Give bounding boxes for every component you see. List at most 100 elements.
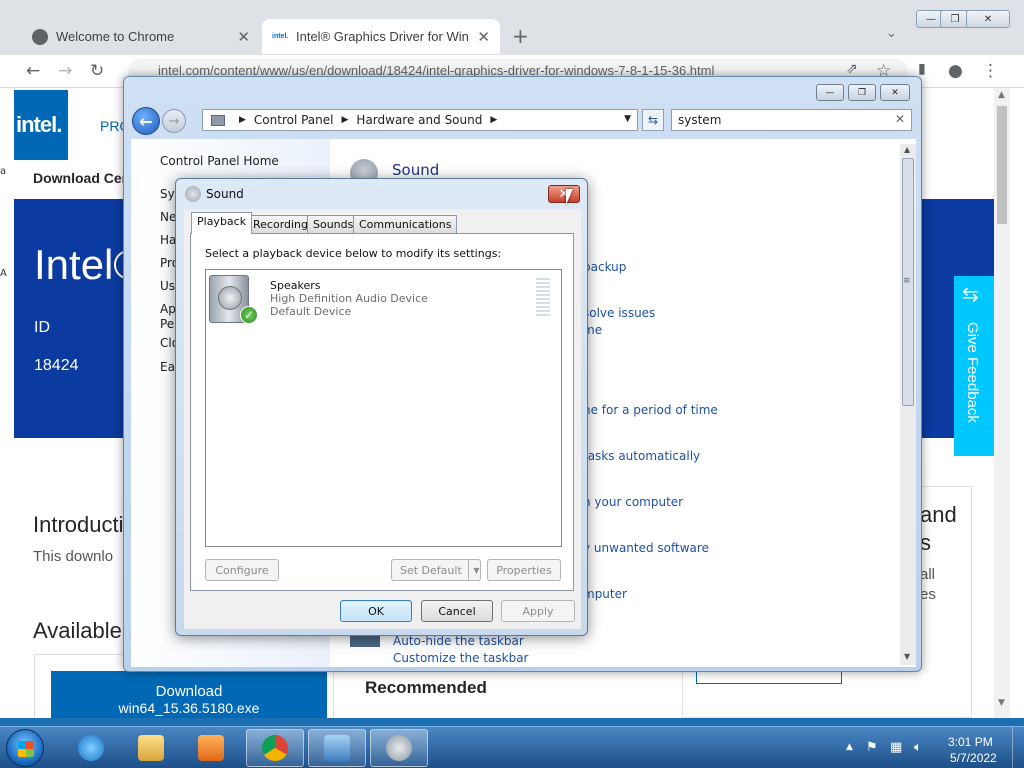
intel-favicon-icon: intel. (272, 32, 289, 40)
tray-expand-icon[interactable]: ▲ (846, 742, 853, 752)
forward-icon[interactable]: → (58, 61, 72, 81)
windows-logo-icon (18, 741, 34, 757)
mouse-cursor-icon (566, 189, 573, 205)
share-icon[interactable]: ⇗ (846, 61, 858, 77)
playback-device-list[interactable]: ✓ Speakers High Definition Audio Device … (205, 269, 562, 547)
tab-close-icon[interactable]: ✕ (237, 28, 250, 46)
download-center-link[interactable]: Download Cer (33, 170, 127, 186)
cp-task-link[interactable]: y unwanted software (583, 541, 709, 555)
page-edge-text: A (0, 268, 7, 279)
start-button[interactable] (6, 729, 44, 767)
cp-forward-button[interactable]: → (162, 109, 186, 133)
chevron-down-icon[interactable]: ▼ (468, 560, 484, 580)
cp-task-link[interactable]: n your computer (583, 495, 683, 509)
cancel-button[interactable]: Cancel (421, 600, 493, 622)
default-check-icon: ✓ (240, 306, 258, 324)
scroll-thumb[interactable] (997, 106, 1007, 224)
cp-maximize-button[interactable]: ❐ (848, 84, 876, 101)
set-default-button[interactable]: Set Default ▼ (391, 559, 481, 581)
breadcrumb-hardware-and-sound[interactable]: Hardware and Sound (356, 113, 482, 127)
scroll-down-icon[interactable]: ▼ (998, 698, 1005, 708)
tab-welcome-to-chrome[interactable]: Welcome to Chrome ✕ (22, 19, 260, 54)
taskbar-control-panel[interactable] (308, 729, 366, 767)
download-button[interactable]: Download win64_15.36.5180.exe (51, 671, 327, 718)
auto-hide-taskbar-link[interactable]: Auto-hide the taskbar (393, 634, 524, 648)
scroll-up-icon[interactable]: ▲ (998, 90, 1005, 100)
intel-logo[interactable]: intel. (14, 90, 68, 160)
tab-recording[interactable]: Recording (247, 215, 315, 233)
new-tab-button[interactable]: + (512, 24, 529, 48)
apply-button[interactable]: Apply (501, 600, 575, 622)
cp-scrollbar[interactable]: ▲ ≡ ▼ (900, 144, 916, 665)
scroll-up-icon[interactable]: ▲ (904, 145, 910, 154)
dialog-close-button[interactable]: ✕ (548, 185, 580, 203)
action-center-icon[interactable]: ⚑ (866, 740, 878, 755)
cp-address-bar[interactable]: ▶ Control Panel ▶ Hardware and Sound ▶ ▼ (202, 109, 638, 131)
tab-communications[interactable]: Communications (353, 215, 458, 233)
cp-close-button[interactable]: ✕ (880, 84, 910, 101)
cp-task-link[interactable]: ne for a period of time (583, 403, 718, 417)
control-panel-icon (324, 735, 350, 761)
set-default-label: Set Default (400, 563, 462, 577)
introduction-text: This downlo (33, 548, 114, 565)
tab-intel-graphics-driver[interactable]: intel. Intel® Graphics Driver for Windo … (262, 19, 500, 54)
tab-close-icon[interactable]: ✕ (477, 28, 490, 46)
volume-icon[interactable]: 🔈︎ (914, 740, 922, 755)
scroll-down-icon[interactable]: ▼ (904, 652, 910, 661)
feedback-arrows-icon: ⇆ (962, 284, 979, 306)
customize-taskbar-link[interactable]: Customize the taskbar (393, 651, 528, 665)
tab-playback[interactable]: Playback (191, 212, 253, 234)
close-window-button[interactable]: ✕ (966, 10, 1010, 28)
clock-time[interactable]: 3:01 PM (948, 735, 993, 749)
clock-date[interactable]: 5/7/2022 (950, 751, 997, 765)
sound-category-title[interactable]: Sound (392, 161, 439, 179)
taskbar-google-chrome[interactable] (246, 729, 304, 767)
control-panel-home-link[interactable]: Control Panel Home (160, 154, 279, 168)
ok-button[interactable]: OK (340, 600, 412, 622)
properties-button[interactable]: Properties (487, 559, 561, 581)
cp-back-button[interactable]: ← (132, 107, 160, 135)
cp-task-link[interactable]: tasks automatically (583, 449, 700, 463)
breadcrumb-chevron-icon: ▶ (239, 115, 246, 125)
back-icon[interactable]: ← (26, 61, 40, 81)
breadcrumb-chevron-icon: ▶ (490, 115, 498, 125)
nav-link[interactable]: Ha (160, 233, 176, 247)
profile-icon[interactable]: ● (948, 61, 963, 81)
playback-prompt: Select a playback device below to modify… (205, 247, 502, 260)
reload-icon[interactable]: ↻ (90, 61, 104, 81)
cp-task-link[interactable]: backup (583, 260, 626, 274)
taskbar-internet-explorer[interactable] (62, 729, 120, 767)
taskbar-media-player[interactable] (182, 729, 240, 767)
breadcrumb-chevron-icon: ▶ (341, 115, 349, 125)
show-desktop-button[interactable] (1012, 727, 1024, 768)
configure-button[interactable]: Configure (205, 559, 279, 581)
taskbar-windows-explorer[interactable] (122, 729, 180, 767)
speaker-icon (185, 186, 201, 202)
dialog-title: Sound (206, 187, 244, 201)
nav-link[interactable]: Ap (160, 302, 176, 316)
cp-folder-icon (211, 114, 225, 126)
device-description: High Definition Audio Device (270, 292, 428, 305)
cp-minimize-button[interactable]: — (816, 84, 844, 101)
refresh-icon[interactable]: ⇆ (642, 109, 664, 131)
cp-search-input[interactable]: system ✕ (671, 109, 912, 131)
chrome-tab-strip: Welcome to Chrome ✕ intel. Intel® Graphi… (0, 0, 1024, 55)
chrome-menu-icon[interactable]: ⋮ (982, 61, 999, 81)
tab-sounds[interactable]: Sounds (307, 215, 360, 233)
cp-task-link[interactable]: solve issues (583, 306, 655, 320)
tab-search-icon[interactable]: ⌄ (886, 26, 897, 41)
cp-task-link[interactable]: mputer (583, 587, 627, 601)
side-panel-icon[interactable]: ▮ (918, 61, 926, 77)
give-feedback-tab[interactable]: ⇆ Give Feedback (954, 276, 994, 456)
breadcrumb-control-panel[interactable]: Control Panel (254, 113, 334, 127)
media-player-icon (198, 735, 224, 761)
taskbar-sound[interactable] (370, 729, 428, 767)
address-dropdown-icon[interactable]: ▼ (624, 114, 631, 124)
device-name: Speakers (270, 279, 321, 292)
page-edge-text: a (0, 166, 7, 177)
page-scrollbar[interactable]: ▲ ▼ (994, 88, 1010, 718)
network-icon[interactable]: ▦ (890, 740, 902, 755)
chrome-icon (262, 735, 288, 761)
nav-link[interactable]: Ne (160, 210, 176, 224)
clear-search-icon[interactable]: ✕ (895, 112, 905, 126)
